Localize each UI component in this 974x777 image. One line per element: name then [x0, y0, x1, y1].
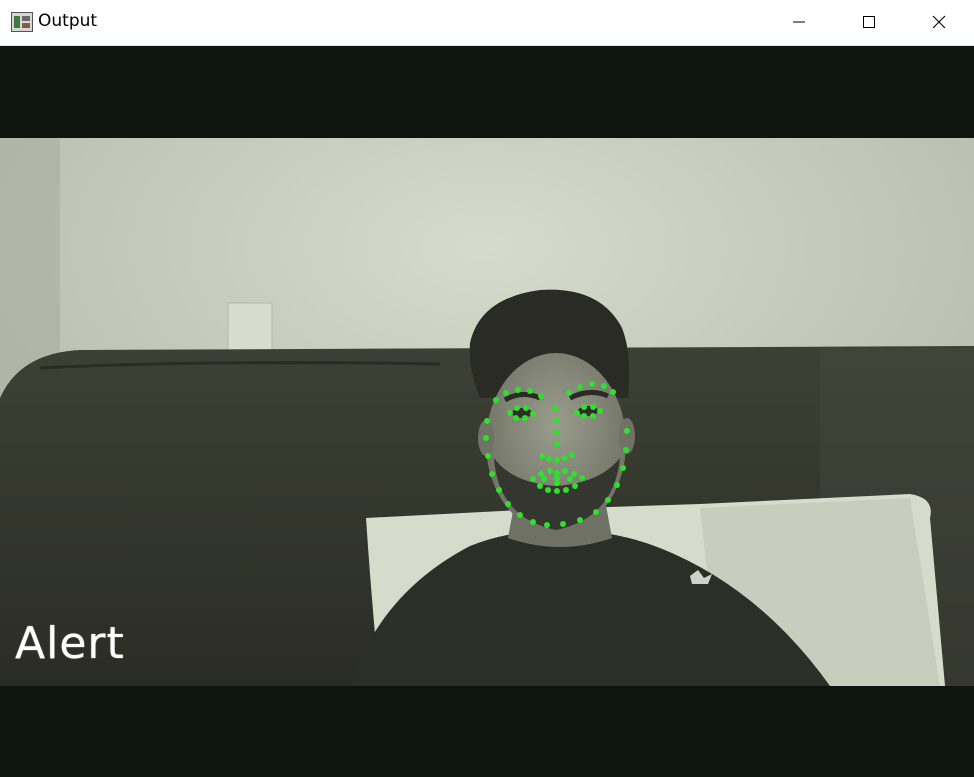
camera-image [0, 138, 974, 686]
minimize-button[interactable] [764, 0, 834, 45]
output-window: Output Alert [0, 0, 974, 777]
letterbox-top [0, 46, 974, 138]
maximize-button[interactable] [834, 0, 904, 45]
alert-overlay-text: Alert [15, 618, 125, 669]
close-button[interactable] [904, 0, 974, 45]
app-window-icon [11, 12, 33, 32]
video-frame: Alert [0, 138, 974, 686]
window-title: Output [38, 11, 98, 31]
title-bar[interactable]: Output [0, 0, 974, 46]
letterbox-bottom [0, 686, 974, 777]
